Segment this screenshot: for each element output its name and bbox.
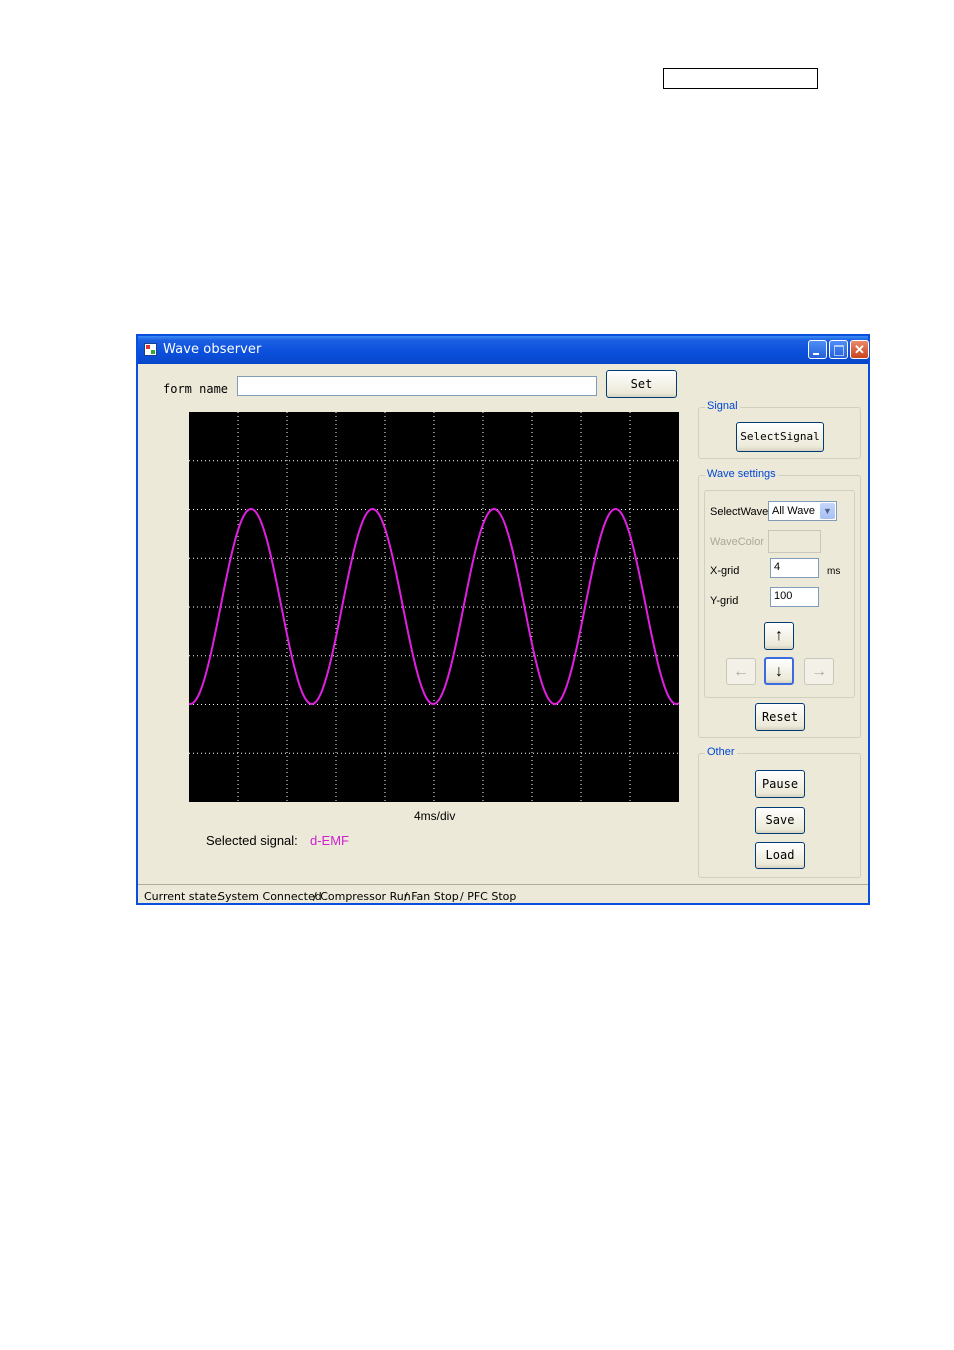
status-compressor: / Compressor Run	[313, 890, 411, 903]
x-grid-label: X-grid	[710, 565, 740, 577]
signal-group-title: Signal	[705, 400, 740, 412]
top-empty-box	[663, 68, 818, 89]
select-wave-label: SelectWave	[710, 506, 769, 518]
status-bar: Current state: System Connected / Compre…	[138, 884, 868, 903]
window-title: Wave observer	[163, 342, 262, 357]
select-wave-value: All Wave	[772, 505, 815, 517]
wave-color-box	[768, 530, 821, 553]
form-name-input[interactable]	[237, 376, 597, 396]
move-up-button[interactable]: ↑	[764, 622, 794, 650]
other-group-title: Other	[705, 746, 737, 758]
form-name-label: form name	[163, 382, 229, 396]
selected-signal-value: d-EMF	[310, 833, 349, 848]
x-grid-input[interactable]: 4	[770, 558, 819, 578]
y-grid-input[interactable]: 100	[770, 587, 819, 607]
minimize-button[interactable]	[808, 340, 827, 359]
wave-settings-title: Wave settings	[705, 468, 778, 480]
reset-button[interactable]: Reset	[755, 703, 805, 731]
arrow-left-icon: ←	[733, 663, 749, 680]
maximize-button[interactable]	[829, 340, 848, 359]
arrow-down-icon: ↓	[775, 663, 783, 680]
pause-button[interactable]: Pause	[755, 770, 805, 798]
x-scale-label: 4ms/div	[414, 809, 456, 823]
y-grid-label: Y-grid	[710, 595, 739, 607]
move-right-button[interactable]: →	[804, 658, 834, 685]
scope-plot	[189, 412, 679, 802]
move-left-button[interactable]: ←	[726, 658, 756, 685]
selected-signal-label: Selected signal:	[206, 833, 298, 848]
title-bar[interactable]: Wave observer ✕	[138, 336, 869, 364]
oscilloscope-display	[189, 412, 679, 802]
status-fan: / Fan Stop	[404, 890, 459, 903]
save-button[interactable]: Save	[755, 807, 805, 834]
wave-observer-window: Wave observer ✕ form name Set 4ms/div Se…	[136, 334, 870, 905]
status-system: System Connected	[218, 890, 322, 903]
set-button[interactable]: Set	[606, 370, 677, 398]
x-grid-unit: ms	[827, 566, 841, 577]
select-wave-dropdown[interactable]: All Wave ▼	[768, 501, 837, 521]
signal-waveform	[189, 507, 679, 705]
close-icon: ✕	[854, 342, 865, 357]
app-icon	[144, 343, 157, 356]
close-button[interactable]: ✕	[850, 340, 869, 359]
status-pfc: / PFC Stop	[460, 890, 517, 903]
arrow-right-icon: →	[811, 663, 827, 680]
load-button[interactable]: Load	[755, 842, 805, 869]
move-down-button[interactable]: ↓	[764, 657, 794, 685]
status-label: Current state:	[144, 890, 221, 903]
select-signal-button[interactable]: SelectSignal	[736, 422, 824, 452]
wave-color-label: WaveColor	[710, 536, 764, 548]
chevron-down-icon[interactable]: ▼	[820, 503, 835, 519]
arrow-up-icon: ↑	[775, 627, 783, 644]
